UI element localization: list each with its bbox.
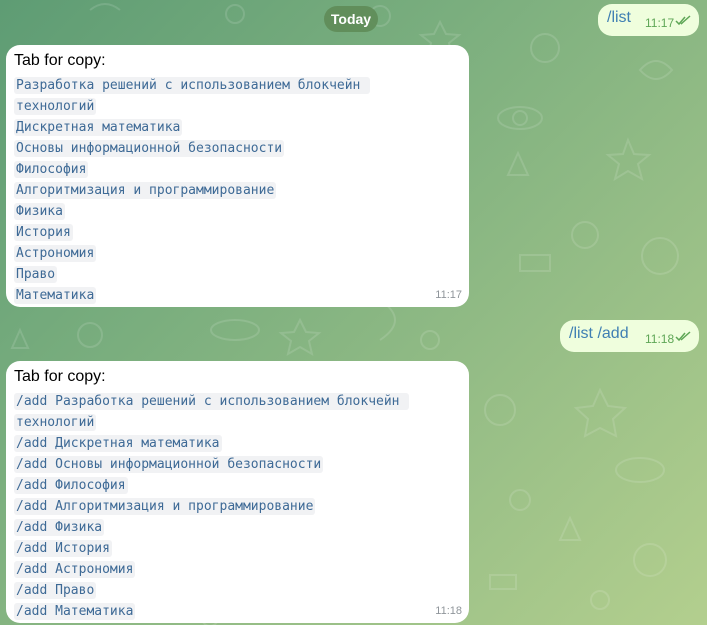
date-separator: Today (324, 6, 378, 32)
message-time: 11:17 (435, 289, 462, 301)
list-item: /add Физика (14, 519, 105, 536)
incoming-message-list-add[interactable]: Tab for copy: /add Разработка решений с … (6, 361, 469, 623)
list-item: /add Разработка решений с использованием… (14, 393, 410, 410)
list-item: /add Алгоритмизация и программирование (14, 498, 316, 515)
message-time: 11:18 (435, 605, 462, 617)
list-item: Философия (14, 161, 89, 178)
list-item: /add Право (14, 582, 97, 599)
message-time: 11:17 (645, 16, 675, 30)
list-item: Дискретная математика (14, 119, 183, 136)
copy-list: Разработка решений с использованием блок… (14, 74, 371, 305)
list-item: Математика (14, 287, 97, 304)
list-item: Право (14, 266, 58, 283)
list-item: Физика (14, 203, 65, 220)
list-item: /add Философия (14, 477, 128, 494)
command-link[interactable]: /list /add (569, 325, 629, 343)
incoming-message-list[interactable]: Tab for copy: Разработка решений с испол… (6, 45, 469, 307)
double-check-icon (675, 15, 691, 26)
list-item: /add Математика (14, 603, 136, 620)
message-header: Tab for copy: (14, 368, 106, 385)
double-check-icon (675, 331, 691, 342)
outgoing-message-list[interactable]: /list 11:17 (598, 4, 699, 36)
list-item: Астрономия (14, 245, 97, 262)
outgoing-message-list-add[interactable]: /list /add 11:18 (560, 320, 699, 352)
list-item: технологий (14, 414, 97, 431)
list-item: технологий (14, 98, 97, 115)
list-item: Основы информационной безопасности (14, 140, 285, 157)
command-link[interactable]: /list (607, 9, 631, 27)
list-item: История (14, 224, 73, 241)
copy-list: /add Разработка решений с использованием… (14, 390, 410, 621)
message-time: 11:18 (645, 332, 675, 346)
list-item: /add Дискретная математика (14, 435, 222, 452)
list-item: Разработка решений с использованием блок… (14, 77, 371, 94)
list-item: /add История (14, 540, 112, 557)
list-item: /add Основы информационной безопасности (14, 456, 324, 473)
message-header: Tab for copy: (14, 52, 106, 69)
list-item: Алгоритмизация и программирование (14, 182, 277, 199)
list-item: /add Астрономия (14, 561, 136, 578)
